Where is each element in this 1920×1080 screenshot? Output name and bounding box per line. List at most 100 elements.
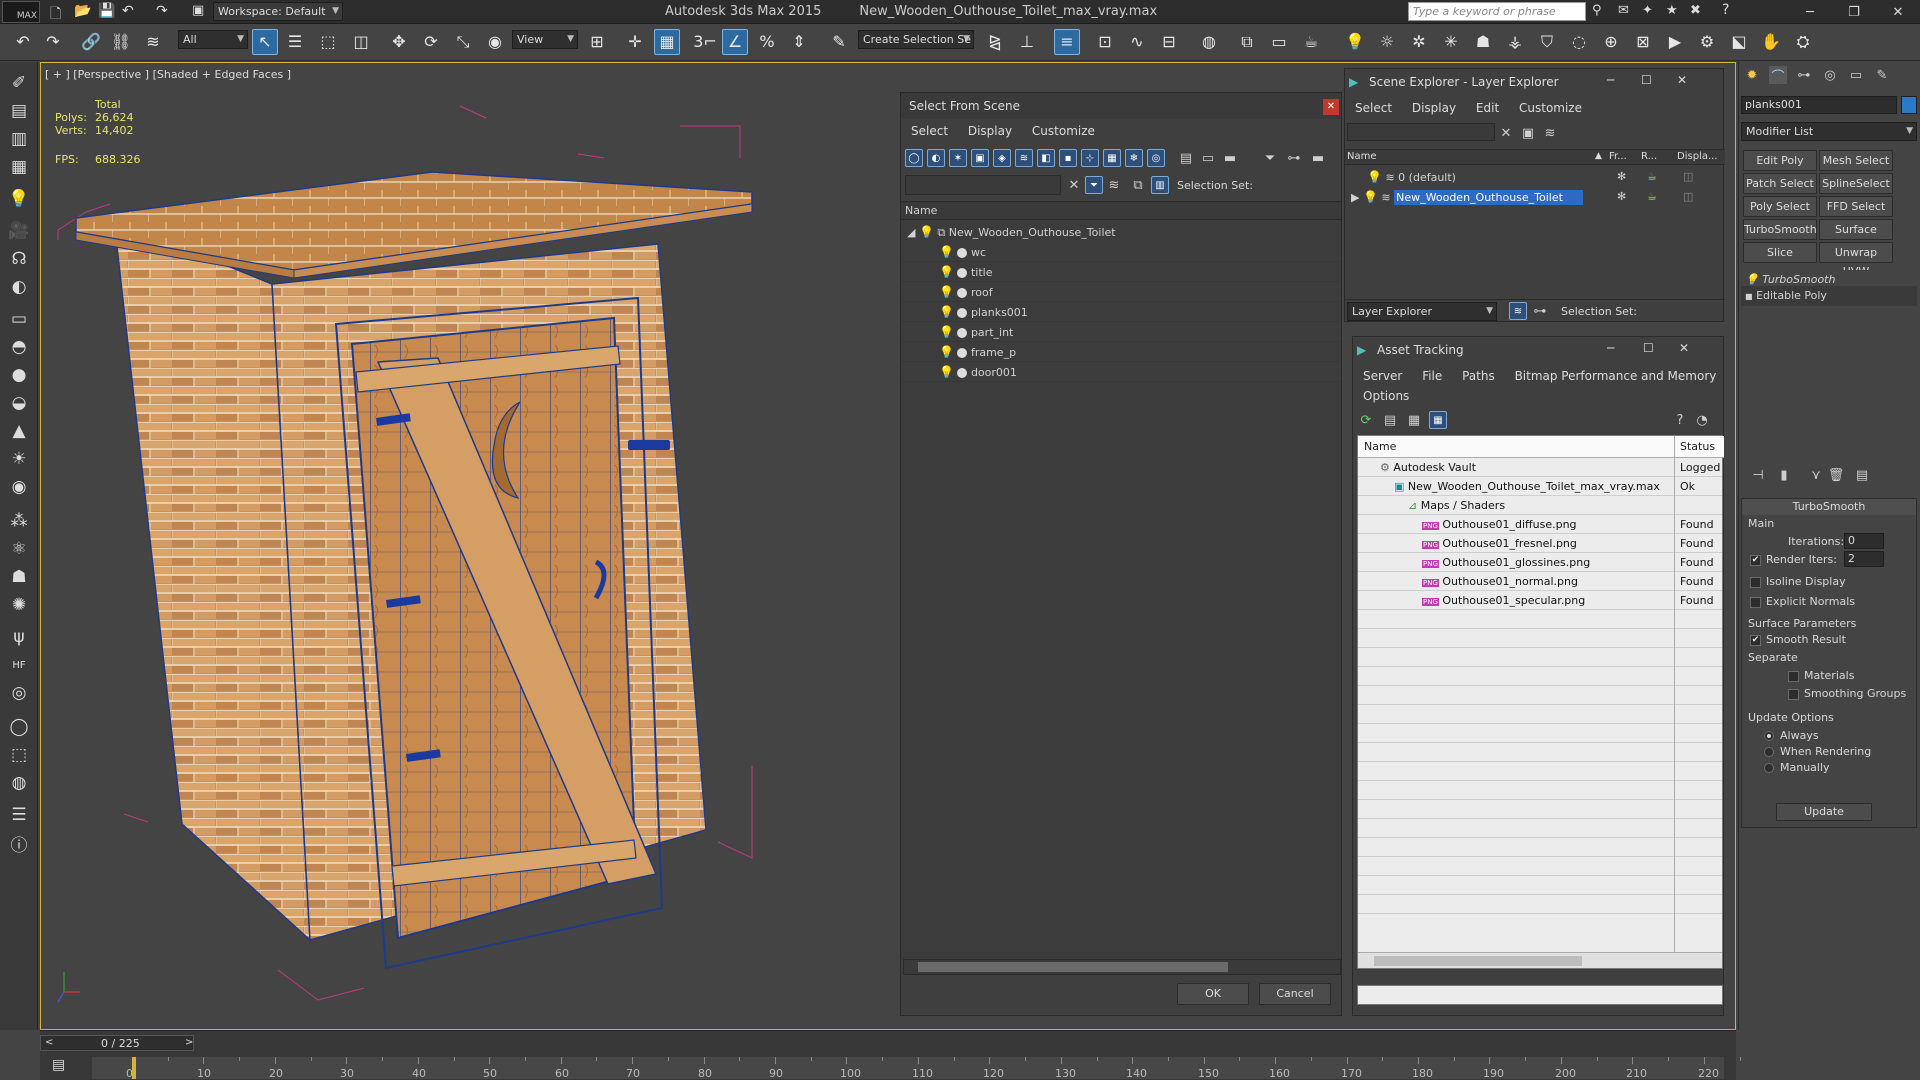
- menu-file[interactable]: File: [1422, 369, 1442, 383]
- close-button[interactable]: ✕: [1876, 0, 1920, 24]
- make-unique-icon[interactable]: ⋎: [1807, 466, 1825, 484]
- list-icon[interactable]: ☰: [6, 802, 32, 828]
- prev-frame-icon[interactable]: <: [45, 1037, 53, 1048]
- pivot-icon[interactable]: ⊞: [584, 29, 610, 55]
- menu-options[interactable]: Options: [1363, 389, 1409, 403]
- mirror-icon[interactable]: ⧎: [982, 29, 1008, 55]
- collapse-icon[interactable]: ▬: [1309, 149, 1327, 167]
- pin-stack-icon[interactable]: ⊣: [1749, 466, 1767, 484]
- render-icon[interactable]: ☕: [1647, 187, 1657, 207]
- timeline-playhead[interactable]: [132, 1057, 136, 1079]
- maximize-icon[interactable]: ☐: [1643, 341, 1654, 355]
- explorer-type-dropdown[interactable]: Layer Explorer ▼: [1347, 302, 1497, 321]
- material-editor-icon[interactable]: ◍: [1196, 29, 1222, 55]
- light-icon[interactable]: 💡: [6, 186, 32, 212]
- select-highlight-icon[interactable]: ⏷: [1085, 176, 1103, 194]
- vray-icon-1[interactable]: ✲: [1406, 29, 1432, 55]
- help-icon[interactable]: ?: [1671, 411, 1689, 429]
- col-asset-name[interactable]: Name: [1364, 440, 1396, 453]
- modifier-button[interactable]: Mesh Select: [1819, 150, 1893, 171]
- vray-icon-12[interactable]: ✋: [1758, 29, 1784, 55]
- menu-customize[interactable]: Customize: [1519, 101, 1582, 115]
- minimize-icon[interactable]: ─: [1607, 341, 1614, 355]
- dialog-close-button[interactable]: ✕: [1323, 99, 1339, 115]
- col-render[interactable]: R...: [1641, 151, 1657, 162]
- cone-icon[interactable]: ▲: [6, 418, 32, 444]
- atom-icon[interactable]: ⚛: [6, 536, 32, 562]
- highlight-icon[interactable]: ◔: [1693, 411, 1711, 429]
- light-bulb-icon[interactable]: 💡: [939, 265, 954, 279]
- ball-icon[interactable]: ◉: [6, 474, 32, 500]
- hidden-filter-icon[interactable]: ◎: [1147, 149, 1165, 167]
- isoline-checkbox[interactable]: [1750, 577, 1761, 588]
- minimize-icon[interactable]: ─: [1607, 73, 1614, 87]
- vray-icon-10[interactable]: ⚙: [1694, 29, 1720, 55]
- sphere-icon[interactable]: ●: [6, 362, 32, 388]
- layers-toggle-icon[interactable]: ≋: [1509, 302, 1527, 320]
- align-icon[interactable]: ⊥: [1014, 29, 1040, 55]
- light-bulb-icon[interactable]: 💡: [919, 225, 934, 239]
- new-layer-icon[interactable]: ▣: [1519, 124, 1537, 142]
- explorer-find-input[interactable]: [1347, 123, 1495, 141]
- named-selection-dropdown[interactable]: Create Selection Se ▼: [858, 30, 974, 49]
- render-icon[interactable]: ☕: [1647, 167, 1657, 187]
- asset-row[interactable]: ⊿ Maps / Shaders: [1358, 496, 1722, 515]
- move-icon[interactable]: ✥: [386, 29, 412, 55]
- helper-icon[interactable]: ☊: [6, 246, 32, 272]
- manually-radio[interactable]: [1764, 763, 1774, 773]
- xref-filter-icon[interactable]: ▪: [1059, 149, 1077, 167]
- display-invert-icon[interactable]: ▬: [1221, 149, 1239, 167]
- viewport-label[interactable]: [ + ] [Perspective ] [Shaded + Edged Fac…: [45, 68, 291, 81]
- light-bulb-icon[interactable]: 💡: [1745, 273, 1759, 286]
- asset-path-field[interactable]: [1357, 985, 1723, 1005]
- select-by-name-icon[interactable]: ☰: [282, 29, 308, 55]
- light-bulb-icon[interactable]: 💡: [939, 285, 954, 299]
- display-all-icon[interactable]: ▤: [1177, 149, 1195, 167]
- help-icon[interactable]: ?: [1722, 2, 1729, 18]
- hf-icon[interactable]: HF: [6, 652, 32, 678]
- render-iters-checkbox[interactable]: ✔: [1750, 555, 1761, 566]
- vray-icon-4[interactable]: ⚶: [1502, 29, 1528, 55]
- show-end-result-icon[interactable]: ▮: [1775, 466, 1793, 484]
- hemisphere-icon[interactable]: ◒: [6, 390, 32, 416]
- tree-child-row[interactable]: 💡 wc: [901, 242, 1341, 262]
- shape-filter-icon[interactable]: ◐: [927, 149, 945, 167]
- remove-modifier-icon[interactable]: 🗑: [1827, 466, 1845, 484]
- vray-icon-2[interactable]: ✳: [1438, 29, 1464, 55]
- edit-named-sets-icon[interactable]: ✎: [826, 29, 852, 55]
- tree-child-row[interactable]: 💡 part_int: [901, 322, 1341, 342]
- modifier-button[interactable]: FFD Select: [1819, 196, 1893, 217]
- vray-icon-13[interactable]: ⛭: [1790, 29, 1816, 55]
- add-to-layer-icon[interactable]: ≋: [1541, 124, 1559, 142]
- rendered-frame-icon[interactable]: ▭: [1266, 29, 1292, 55]
- menu-edit[interactable]: Edit: [1476, 101, 1499, 115]
- modifier-button[interactable]: Unwrap UVW: [1819, 242, 1893, 278]
- window-crossing-icon[interactable]: ◫: [348, 29, 374, 55]
- grass-icon[interactable]: ψ: [6, 624, 32, 650]
- vray-icon-3[interactable]: ☗: [1470, 29, 1496, 55]
- keyboard-shortcut-override-icon[interactable]: ▦: [654, 29, 680, 55]
- object-color-swatch[interactable]: [1901, 96, 1917, 114]
- render-sphere-icon[interactable]: ◍: [6, 770, 32, 796]
- render-production-icon[interactable]: ☕: [1298, 29, 1324, 55]
- menu-paths[interactable]: Paths: [1462, 369, 1495, 383]
- camera-filter-icon[interactable]: ▣: [971, 149, 989, 167]
- percent-snap-icon[interactable]: %: [754, 29, 780, 55]
- light-bulb-icon[interactable]: 💡: [1342, 29, 1368, 55]
- expand-arrow-icon[interactable]: ▶: [1351, 191, 1359, 204]
- tree-child-row[interactable]: 💡 door001: [901, 362, 1341, 382]
- subscription-icon[interactable]: ✉: [1618, 3, 1629, 18]
- spinner-snap-icon[interactable]: ⇕: [786, 29, 812, 55]
- reference-coord-dropdown[interactable]: View ▼: [512, 30, 578, 49]
- layer-row-default[interactable]: 💡 ≋ 0 (default) ✻ ☕ ◫: [1345, 167, 1725, 187]
- modifier-button[interactable]: Slice: [1743, 242, 1817, 263]
- close-icon[interactable]: ✕: [1679, 341, 1689, 355]
- object-name-field[interactable]: planks001: [1741, 96, 1897, 114]
- asset-row[interactable]: ⚙ Autodesk Vault Logged: [1358, 458, 1722, 477]
- particle-icon[interactable]: ⁂: [6, 508, 32, 534]
- material-icon[interactable]: ⬚: [6, 742, 32, 768]
- tree-root-row[interactable]: ◢ 💡 ⧉ New_Wooden_Outhouse_Toilet: [901, 222, 1341, 242]
- globe-icon[interactable]: ✺: [6, 592, 32, 618]
- explicit-normals-checkbox[interactable]: [1750, 597, 1761, 608]
- menu-select[interactable]: Select: [1355, 101, 1392, 115]
